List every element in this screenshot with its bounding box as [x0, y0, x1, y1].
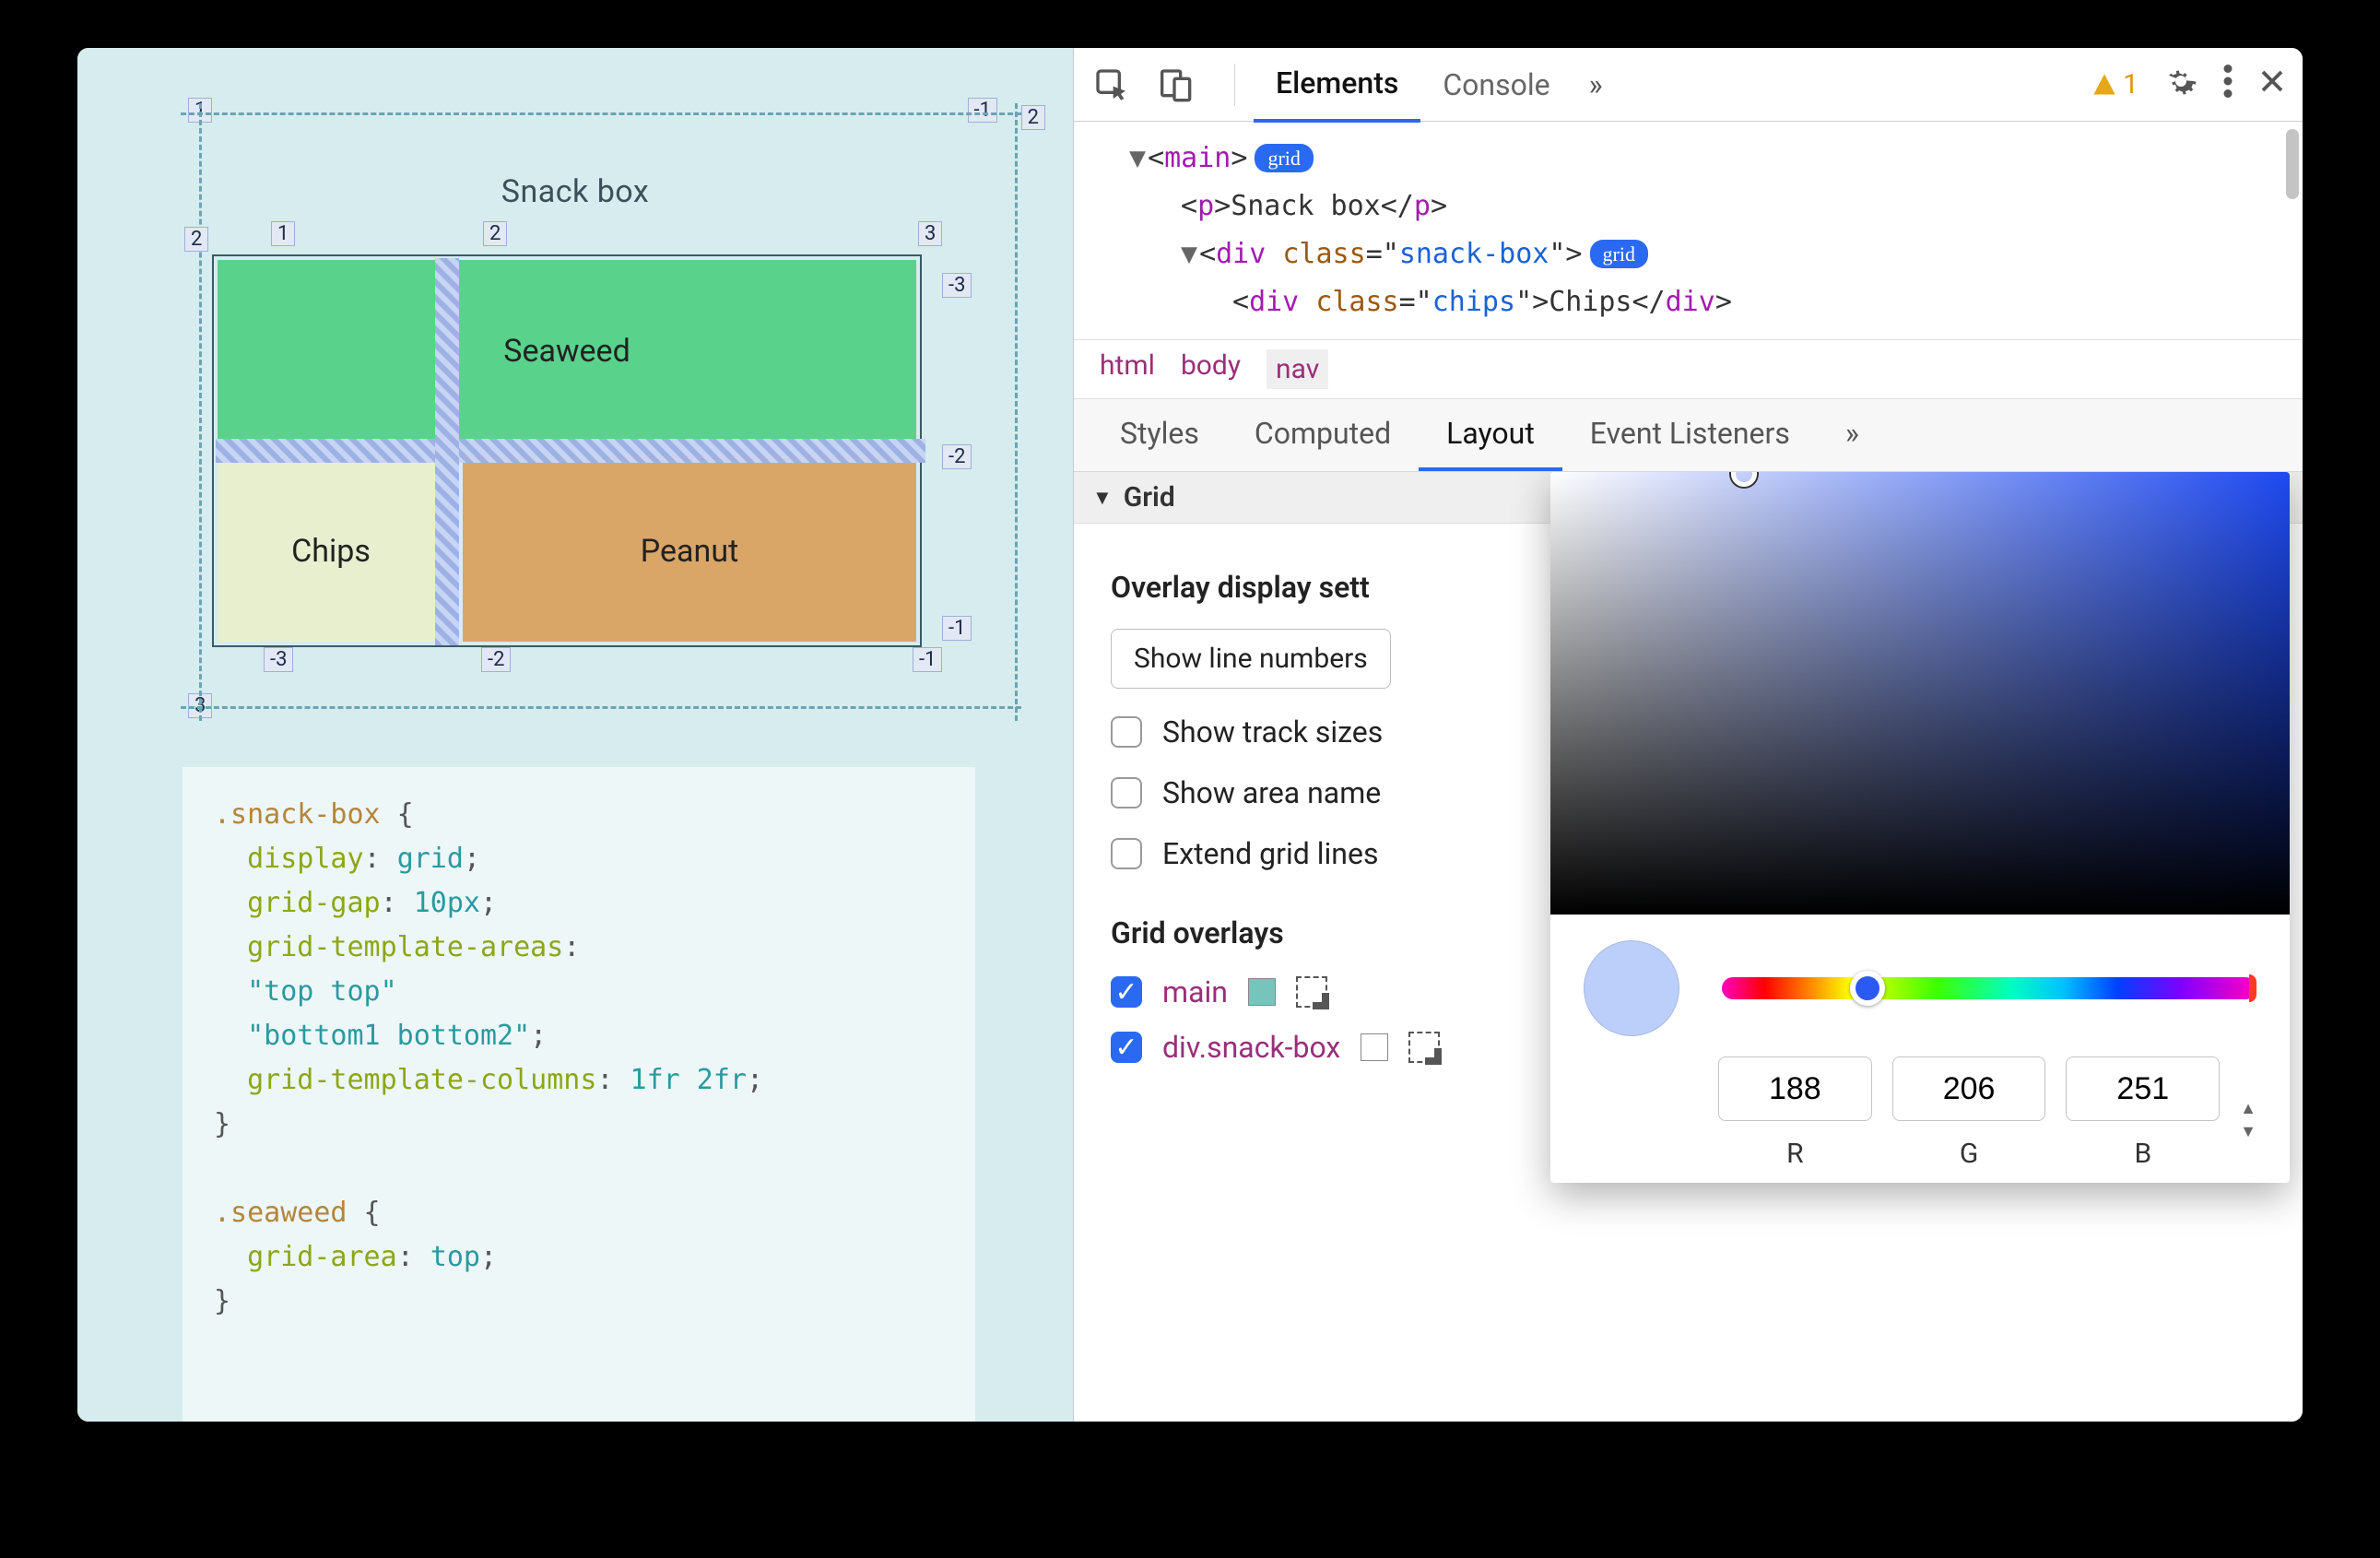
devtools-panel: Elements Console » 1 ▼<m [1073, 48, 2303, 1422]
breadcrumb-item[interactable]: nav [1267, 349, 1328, 389]
css-code-block: .snack-box { display: grid; grid-gap: 10… [183, 767, 975, 1422]
breadcrumb-item[interactable]: html [1100, 349, 1155, 389]
label-track-sizes: Show track sizes [1162, 714, 1383, 749]
device-toggle-icon[interactable] [1153, 64, 1196, 106]
overlay-color-swatch[interactable] [1361, 1033, 1388, 1061]
r-label: R [1718, 1138, 1872, 1170]
inspect-icon[interactable] [1090, 64, 1133, 106]
close-icon[interactable] [2258, 67, 2286, 101]
grid-line-label: 2 [483, 221, 507, 246]
caret-down-icon: ▼ [1092, 486, 1113, 510]
label-extend-lines: Extend grid lines [1162, 836, 1378, 871]
hue-handle[interactable] [1850, 971, 1885, 1006]
g-label: G [1892, 1138, 2046, 1170]
subtabs-overflow[interactable]: » [1818, 399, 1887, 471]
tab-elements[interactable]: Elements [1254, 48, 1420, 123]
overlay-highlight-icon[interactable] [1296, 976, 1327, 1008]
color-picker-popover: R G B ▲▼ [1550, 472, 2290, 1183]
overlay-color-swatch[interactable] [1248, 978, 1276, 1006]
grid-line-label: 2 [1021, 105, 1045, 130]
grid-line-label: 3 [918, 221, 942, 246]
tab-styles[interactable]: Styles [1092, 399, 1227, 471]
line-numbers-dropdown[interactable]: Show line numbers [1111, 629, 1391, 689]
tab-layout[interactable]: Layout [1419, 399, 1562, 471]
hue-slider[interactable] [1722, 977, 2256, 999]
grid-line-label: -2 [481, 647, 511, 672]
breadcrumb[interactable]: html body nav [1074, 339, 2303, 399]
color-preview-circle[interactable] [1584, 940, 1679, 1036]
kebab-icon[interactable] [2223, 65, 2233, 104]
grid-line-label: -3 [264, 647, 293, 672]
g-input[interactable] [1892, 1056, 2046, 1121]
b-input[interactable] [2066, 1056, 2220, 1121]
grid-cell-chips: Chips [218, 461, 444, 642]
b-label: B [2066, 1138, 2220, 1170]
tab-event-listeners[interactable]: Event Listeners [1562, 399, 1818, 471]
grid-line-label: -1 [968, 98, 997, 123]
dom-tree[interactable]: ▼<main>grid <p>Snack box</p> ▼<div class… [1074, 122, 2303, 339]
grid-cell-peanut: Peanut [463, 461, 916, 642]
format-switcher[interactable]: ▲▼ [2240, 1056, 2256, 1170]
overlay-label[interactable]: div.snack-box [1162, 1030, 1340, 1065]
tabs-overflow[interactable]: » [1573, 67, 1620, 102]
grid-line-label: 1 [271, 221, 295, 246]
section-title: Grid [1124, 481, 1175, 513]
grid-cell-seaweed: Seaweed [218, 260, 916, 443]
overlay-highlight-icon[interactable] [1408, 1032, 1440, 1063]
label-area-names: Show area name [1162, 775, 1381, 810]
styles-subtabs: Styles Computed Layout Event Listeners » [1074, 399, 2303, 472]
sv-gradient[interactable] [1550, 472, 2290, 915]
gear-icon[interactable] [2164, 65, 2197, 104]
preview-title: Snack box [120, 173, 1031, 210]
warnings-count: 1 [2123, 68, 2138, 100]
grid-line-label: 2 [184, 227, 208, 252]
devtools-toolbar: Elements Console » 1 [1074, 48, 2303, 122]
layout-pane: ▼ Grid Overlay display sett Show line nu… [1074, 472, 2303, 1422]
r-input[interactable] [1718, 1056, 1872, 1121]
tab-console[interactable]: Console [1420, 49, 1572, 121]
grid-line-label: -1 [913, 647, 942, 672]
scrollbar-thumb[interactable] [2286, 129, 2299, 199]
checkbox-track-sizes[interactable] [1111, 716, 1142, 748]
checkbox-overlay-snackbox[interactable]: ✓ [1111, 1032, 1142, 1063]
page-preview: 1 -1 2 3 Snack box 2 1 2 3 1 2 3 -3 -2 -… [77, 48, 1073, 1422]
checkbox-extend-lines[interactable] [1111, 838, 1142, 869]
overlay-label[interactable]: main [1162, 974, 1228, 1009]
checkbox-overlay-main[interactable]: ✓ [1111, 976, 1142, 1008]
breadcrumb-item[interactable]: body [1181, 349, 1241, 389]
tab-computed[interactable]: Computed [1227, 399, 1419, 471]
warnings-badge[interactable]: 1 [2091, 68, 2138, 100]
sv-handle[interactable] [1731, 472, 1757, 487]
checkbox-area-names[interactable] [1111, 777, 1142, 809]
